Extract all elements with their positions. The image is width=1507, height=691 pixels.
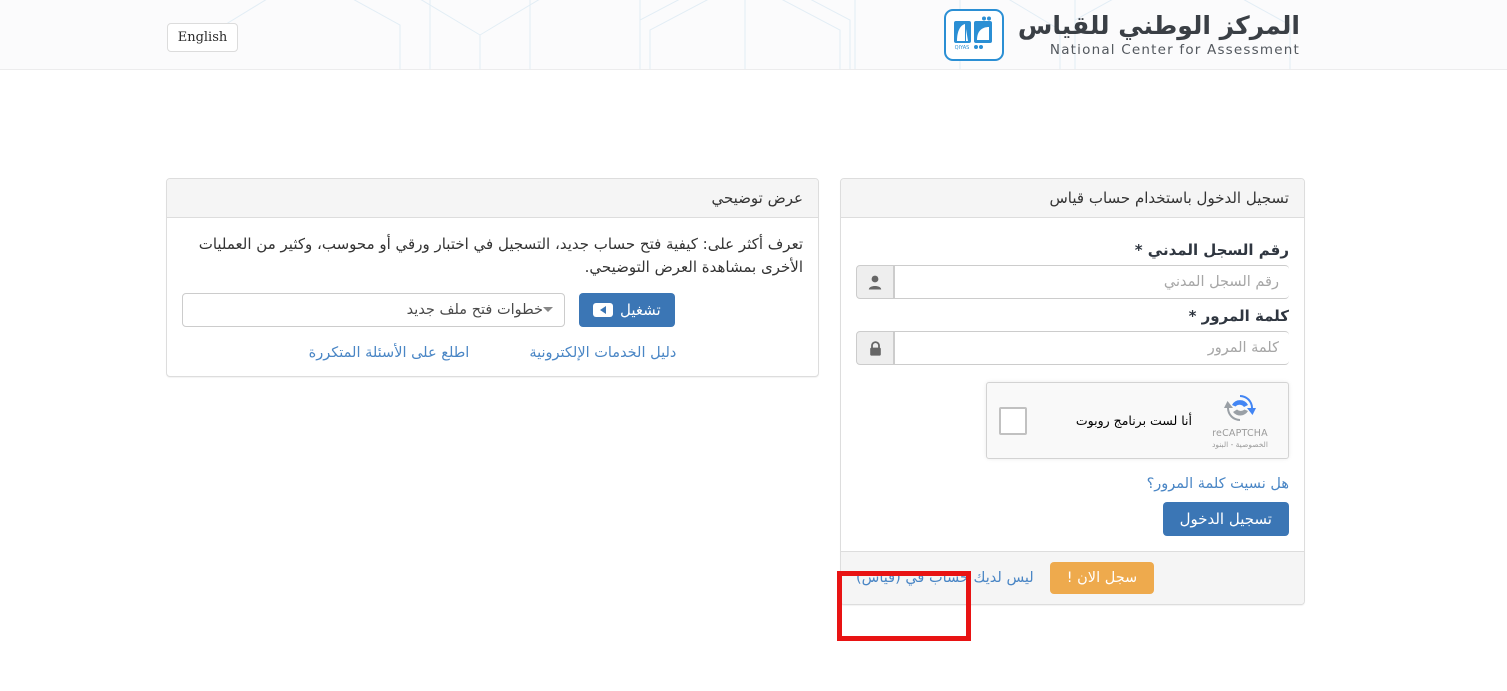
qiyas-logo-icon: QIYAS <box>943 9 1004 61</box>
demo-video-select-wrapper: خطوات فتح ملف جديد <box>182 292 565 327</box>
qiyas-logo-glyph: QIYAS <box>953 16 992 51</box>
page-content: تسجيل الدخول باستخدام حساب قياس رقم السج… <box>0 70 1507 691</box>
demo-panel-title: عرض توضيحي <box>167 179 818 218</box>
recaptcha-brand-name: reCAPTCHA <box>1212 427 1268 439</box>
national-id-input[interactable] <box>894 265 1289 299</box>
recaptcha-label: أنا لست برنامج روبوت <box>1075 413 1192 428</box>
brand-text: المركز الوطني للقياس National Center for… <box>1017 11 1300 58</box>
user-icon <box>856 265 894 299</box>
recaptcha-icon <box>1224 394 1256 421</box>
register-now-button[interactable]: سجل الان ! <box>1049 562 1155 594</box>
svg-text:QIYAS: QIYAS <box>955 45 970 51</box>
national-id-field-group <box>856 265 1289 299</box>
lock-icon-glyph <box>869 340 881 356</box>
site-header: English المركز الوطني للقياس National Ce… <box>0 0 1507 70</box>
forgot-password-link[interactable]: هل نسيت كلمة المرور؟ <box>856 476 1289 492</box>
login-panel-footer: ليس لديك حساب في (قياس) سجل الان ! <box>841 551 1304 604</box>
demo-video-select-value: خطوات فتح ملف جديد <box>406 301 543 318</box>
recaptcha-wrapper: أنا لست برنامج روبوت reCAPTCHA الخصوصية … <box>856 382 1289 459</box>
demo-video-select[interactable]: خطوات فتح ملف جديد <box>182 292 565 327</box>
no-account-text: ليس لديك حساب في (قياس) <box>856 570 1034 586</box>
demo-description: تعرف أكثر على: كيفية فتح حساب جديد، التس… <box>198 235 803 277</box>
demo-links-row: اطلع على الأسئلة المتكررة دليل الخدمات ا… <box>182 345 803 361</box>
user-icon-glyph <box>868 275 882 289</box>
demo-panel: عرض توضيحي تعرف أكثر على: كيفية فتح حساب… <box>166 178 819 377</box>
language-toggle-button[interactable]: English <box>167 23 238 52</box>
register-row: ليس لديك حساب في (قياس) سجل الان ! <box>856 562 1289 594</box>
national-id-label: رقم السجل المدني * <box>1134 241 1289 259</box>
login-panel-title: تسجيل الدخول باستخدام حساب قياس <box>841 179 1304 218</box>
login-button-row: تسجيل الدخول <box>856 502 1289 536</box>
login-panel: تسجيل الدخول باستخدام حساب قياس رقم السج… <box>840 178 1305 605</box>
brand-name-arabic: المركز الوطني للقياس <box>1017 11 1300 41</box>
password-label: كلمة المرور * <box>1188 307 1289 325</box>
brand: المركز الوطني للقياس National Center for… <box>943 9 1300 61</box>
chevron-down-icon <box>543 307 553 312</box>
login-submit-button[interactable]: تسجيل الدخول <box>1162 502 1289 536</box>
eservices-guide-link[interactable]: دليل الخدمات الإلكترونية <box>529 345 676 361</box>
recaptcha-checkbox[interactable] <box>999 406 1027 435</box>
recaptcha-widget[interactable]: أنا لست برنامج روبوت reCAPTCHA الخصوصية … <box>986 382 1289 459</box>
password-input[interactable] <box>894 331 1289 365</box>
demo-panel-body: تعرف أكثر على: كيفية فتح حساب جديد، التس… <box>167 218 818 376</box>
youtube-play-icon <box>593 302 613 317</box>
lock-icon <box>856 331 894 365</box>
recaptcha-privacy-terms: الخصوصية - البنود <box>1212 439 1268 449</box>
faq-link[interactable]: اطلع على الأسئلة المتكررة <box>309 345 470 361</box>
password-field-group <box>856 331 1289 365</box>
brand-name-english: National Center for Assessment <box>1049 41 1300 58</box>
demo-controls-row: خطوات فتح ملف جديد تشغيل <box>182 292 803 327</box>
recaptcha-branding: reCAPTCHA الخصوصية - البنود <box>1204 393 1276 449</box>
play-video-button[interactable]: تشغيل <box>579 292 675 327</box>
play-triangle-icon <box>600 305 606 314</box>
play-video-label: تشغيل <box>620 300 661 319</box>
login-form: رقم السجل المدني * كلمة المرور * <box>841 218 1304 551</box>
